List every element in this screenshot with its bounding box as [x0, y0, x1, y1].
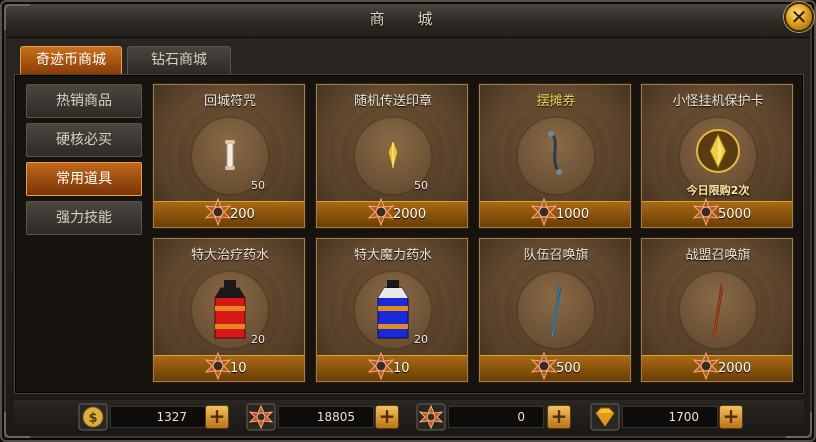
miracle-coin-icon — [204, 352, 232, 380]
bound-miracle-coin-icon — [416, 403, 446, 431]
miracle-coin-icon — [692, 198, 720, 226]
price-bar: 500 — [480, 352, 630, 381]
price-bar: 10 — [154, 352, 304, 381]
item-card[interactable]: 特大治疗药水 20 10 — [152, 237, 306, 383]
item-quantity: 50 — [251, 179, 265, 192]
svg-text:$: $ — [88, 411, 97, 426]
miracle-coin-balance: 18805 — [278, 406, 374, 428]
sidebar-item-hot-sale[interactable]: 热销商品 — [26, 84, 142, 118]
miracle-coin-icon — [367, 198, 395, 226]
sidebar-item-power-skills[interactable]: 强力技能 — [26, 201, 142, 235]
item-quantity: 20 — [251, 333, 265, 346]
item-card[interactable]: 摆摊券 1000 — [478, 83, 632, 229]
item-card[interactable]: 小怪挂机保护卡 今日限购2次 5000 — [640, 83, 794, 229]
close-button[interactable]: ✕ — [784, 2, 814, 32]
guild-banner-icon — [712, 282, 724, 340]
miracle-coin-icon — [367, 352, 395, 380]
item-price: 10 — [230, 361, 247, 376]
window-title: 商 城 — [369, 10, 447, 28]
miracle-coin-icon — [530, 198, 558, 226]
item-name: 特大治疗药水 — [190, 248, 269, 263]
tab-diamond-shop[interactable]: 钻石商城 — [127, 46, 231, 74]
bound-miracle-coin-balance: 0 — [448, 406, 544, 428]
item-price: 2000 — [393, 207, 427, 222]
item-price: 2000 — [718, 361, 752, 376]
item-card[interactable]: 战盟召唤旗 2000 — [640, 237, 794, 383]
seal-icon — [387, 138, 399, 172]
item-name: 随机传送印章 — [353, 94, 432, 109]
add-bound-coin-button[interactable]: + — [547, 405, 571, 429]
price-bar: 10 — [317, 352, 467, 381]
item-name: 回城符咒 — [203, 94, 256, 109]
close-icon: ✕ — [790, 5, 808, 29]
item-name: 摆摊券 — [536, 94, 576, 109]
price-bar: 2000 — [642, 352, 792, 381]
purchase-limit-label: 今日限购2次 — [686, 184, 750, 197]
diamond-icon — [590, 403, 620, 431]
item-quantity: 50 — [414, 179, 428, 192]
price-bar: 5000 — [642, 198, 792, 227]
item-card[interactable]: 回城符咒 50 200 — [152, 83, 306, 229]
tab-miracle-coin-shop[interactable]: 奇迹币商城 — [20, 46, 122, 74]
miracle-coin-icon — [530, 352, 558, 380]
item-quantity: 20 — [414, 333, 428, 346]
item-price: 5000 — [718, 207, 752, 222]
diamond-balance: 1700 — [622, 406, 718, 428]
item-price: 200 — [230, 207, 255, 222]
item-name: 队伍召唤旗 — [523, 248, 589, 263]
item-name: 战盟召唤旗 — [685, 248, 751, 263]
item-price: 500 — [556, 361, 581, 376]
sidebar-item-common-items[interactable]: 常用道具 — [26, 162, 142, 196]
red-potion-icon — [214, 280, 246, 339]
team-banner-icon — [550, 282, 562, 340]
miracle-coin-icon — [692, 352, 720, 380]
gem-card-icon — [696, 129, 740, 173]
item-price: 10 — [393, 361, 410, 376]
price-bar: 2000 — [317, 198, 467, 227]
ticket-icon — [548, 131, 562, 175]
gold-coin-balance: 1327 — [110, 406, 206, 428]
item-price: 1000 — [556, 207, 590, 222]
item-card[interactable]: 特大魔力药水 20 10 — [315, 237, 469, 383]
item-card[interactable]: 队伍召唤旗 500 — [478, 237, 632, 383]
item-name: 小怪挂机保护卡 — [672, 94, 764, 109]
sidebar-item-hardcore[interactable]: 硬核必买 — [26, 123, 142, 157]
miracle-coin-icon — [204, 198, 232, 226]
item-name: 特大魔力药水 — [353, 248, 432, 263]
gold-coin-icon: $ — [78, 403, 108, 431]
miracle-coin-icon — [246, 403, 276, 431]
price-bar: 1000 — [480, 198, 630, 227]
price-bar: 200 — [154, 198, 304, 227]
item-card[interactable]: 随机传送印章 50 2000 — [315, 83, 469, 229]
blue-potion-icon — [377, 280, 409, 339]
add-miracle-coin-button[interactable]: + — [375, 405, 399, 429]
add-gold-button[interactable]: + — [205, 405, 229, 429]
add-diamond-button[interactable]: + — [719, 405, 743, 429]
scroll-icon — [225, 140, 235, 170]
